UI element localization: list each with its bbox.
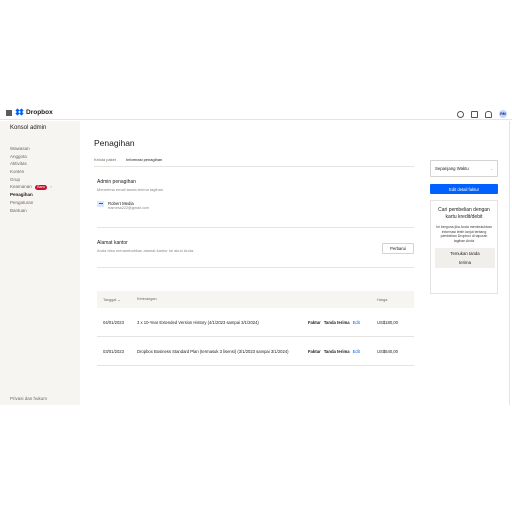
scrollbar-track[interactable] — [509, 121, 510, 405]
billing-history-table: Tanggal ⌄ Keterangan Harga 04/01/2023 3 … — [97, 291, 414, 366]
sidebar-item-label: Aktivitas — [10, 161, 27, 167]
sidebar: Konsol admin Wawasan Anggota Aktivitas K… — [0, 121, 80, 405]
sidebar-item-label: Anggota — [10, 153, 27, 159]
page-title: Penagihan — [94, 138, 135, 148]
divider — [94, 166, 414, 167]
office-address-title: Alamat kantor — [97, 240, 128, 246]
invoice-link[interactable]: Faktur — [308, 349, 321, 354]
right-panel: Sepanjang Waktu ⌄ Edit detail faktur Car… — [430, 160, 498, 294]
user-card-icon — [97, 201, 104, 207]
billing-admin-row: Robert Media rtamesa222@gmail.com — [97, 201, 149, 210]
sidebar-item-keamanan[interactable]: Keamanan Baru › — [10, 183, 52, 191]
sidebar-item-label: Penagihan — [10, 192, 33, 198]
office-address-subtitle: Anda bisa menambahkan alamat kantor ke a… — [97, 248, 195, 253]
edit-link[interactable]: Edit — [353, 349, 360, 354]
divider — [97, 267, 414, 268]
select-value: Sepanjang Waktu — [435, 166, 469, 171]
top-icons: RM — [457, 110, 507, 118]
sidebar-nav: Wawasan Anggota Aktivitas Konten Grup Ke… — [10, 145, 52, 214]
find-receipt-label-2: terima — [459, 260, 471, 265]
row-date: 03/01/2023 — [103, 348, 124, 354]
receipt-link[interactable]: Tanda terima — [324, 349, 350, 354]
app-grid-icon[interactable] — [6, 110, 12, 116]
sidebar-item-label: Wawasan — [10, 146, 30, 151]
card-title: Cari pembelian dengan kartu kredit/debit — [438, 207, 490, 220]
find-purchase-card: Cari pembelian dengan kartu kredit/debit… — [430, 200, 498, 294]
sidebar-item-aktivitas[interactable]: Aktivitas — [10, 160, 52, 168]
avatar[interactable]: RM — [499, 110, 507, 118]
table-header: Tanggal ⌄ Keterangan Harga — [97, 291, 414, 308]
sidebar-item-grup[interactable]: Grup — [10, 176, 52, 184]
sidebar-item-konten[interactable]: Konten — [10, 168, 52, 176]
edit-invoice-details-button[interactable]: Edit detail faktur — [430, 184, 498, 194]
row-description: 3 x 10-Year Extended Version History (4/… — [137, 319, 259, 325]
table-row: 04/01/2023 3 x 10-Year Extended Version … — [97, 308, 414, 337]
price-column-header: Harga — [377, 297, 388, 302]
new-badge: Baru — [34, 184, 48, 190]
sidebar-item-pengaturan[interactable]: Pengaturan — [10, 199, 52, 207]
divider — [97, 227, 414, 228]
invoice-link[interactable]: Faktur — [308, 320, 321, 325]
table-row: 03/01/2023 Dropbox Business Standard Pla… — [97, 337, 414, 366]
date-range-select[interactable]: Sepanjang Waktu ⌄ — [430, 160, 498, 177]
dropbox-logo[interactable]: Dropbox — [15, 108, 53, 116]
row-price: US$540,00 — [377, 348, 398, 354]
row-actions: Faktur Tanda terima Edit — [308, 349, 377, 354]
row-actions: Faktur Tanda terima Edit — [308, 320, 377, 325]
row-date: 04/01/2023 — [103, 319, 124, 325]
find-receipt-button[interactable]: Temukan tanda terima — [435, 248, 495, 268]
receipt-link[interactable]: Tanda terima — [324, 320, 350, 325]
chevron-right-icon: › — [50, 184, 52, 190]
sidebar-item-label: Bantuan — [10, 207, 27, 213]
sidebar-item-label: Konten — [10, 169, 25, 175]
sidebar-item-label: Pengaturan — [10, 199, 34, 205]
admin-email: rtamesa222@gmail.com — [108, 206, 150, 210]
billing-admin-title: Admin penagihan — [97, 179, 136, 185]
row-description: Dropbox Business Standard Plan (termasuk… — [137, 348, 289, 354]
sidebar-item-penagihan[interactable]: Penagihan — [10, 191, 52, 199]
sidebar-item-bantuan[interactable]: Bantuan — [10, 207, 52, 215]
find-receipt-label-1: Temukan tanda — [450, 251, 480, 256]
privacy-link[interactable]: Privasi dan hukum — [10, 396, 47, 401]
billing-admin-subtitle: Menerima email tanda terima tagihan — [97, 187, 164, 192]
description-column-header: Keterangan — [137, 297, 157, 301]
edit-link[interactable]: Edit — [353, 320, 360, 325]
sidebar-item-anggota[interactable]: Anggota — [10, 153, 52, 161]
top-bar — [0, 108, 512, 120]
row-price: US$180,00 — [377, 319, 398, 325]
sidebar-item-wawasan[interactable]: Wawasan — [10, 145, 52, 153]
gift-icon[interactable] — [471, 110, 478, 118]
sidebar-item-label: Keamanan — [10, 184, 32, 190]
chevron-down-icon: ⌄ — [490, 166, 493, 171]
logo-text: Dropbox — [26, 109, 53, 116]
card-body: Ini berguna jika Anda membutuhkan inform… — [436, 225, 492, 243]
date-column-header[interactable]: Tanggal ⌄ — [103, 297, 131, 302]
sidebar-title: Konsol admin — [10, 125, 47, 131]
help-icon[interactable] — [457, 110, 464, 118]
dropbox-logo-icon — [15, 108, 24, 116]
update-address-button[interactable]: Perbarui — [382, 243, 414, 254]
sidebar-item-label: Grup — [10, 176, 21, 182]
bell-icon[interactable] — [485, 110, 492, 118]
